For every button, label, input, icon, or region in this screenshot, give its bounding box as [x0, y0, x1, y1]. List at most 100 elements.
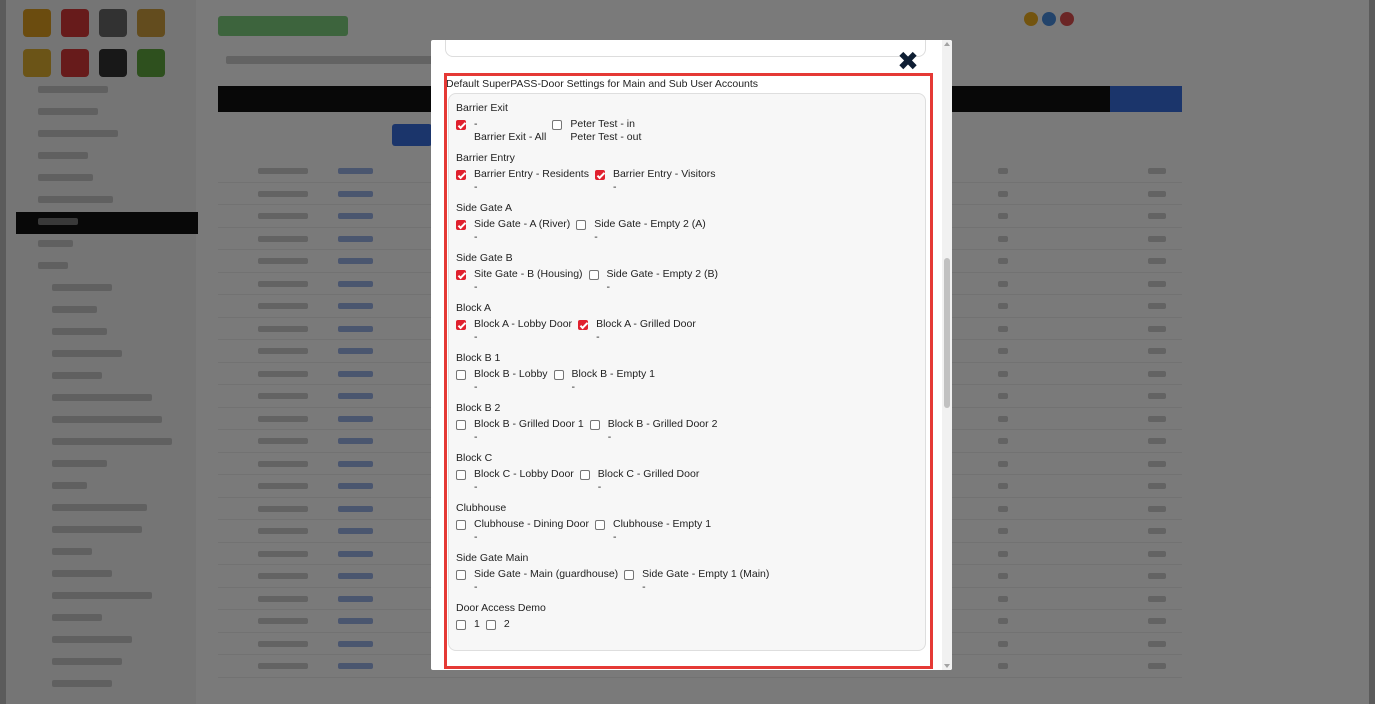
door-checkbox[interactable]: [552, 120, 563, 130]
door-group-label: Block C: [456, 452, 493, 464]
door-option-text: 2: [504, 618, 510, 631]
door-checkbox[interactable]: [553, 370, 564, 380]
door-option-text: 1: [474, 618, 480, 631]
door-name: Peter Test - in: [570, 118, 635, 130]
close-icon[interactable]: ✖: [897, 49, 919, 75]
door-checkbox[interactable]: [456, 370, 466, 380]
door-option[interactable]: Block B - Grilled Door 2-: [589, 418, 717, 444]
door-checkbox[interactable]: [588, 270, 599, 280]
door-name: Clubhouse - Dining Door: [474, 518, 589, 530]
door-checkbox[interactable]: [456, 620, 466, 630]
door-options: Site Gate - B (Housing) - Side Gate - Empt…: [456, 268, 724, 294]
door-checkbox[interactable]: [624, 570, 635, 580]
door-group: Clubhouse Clubhouse - Dining Door - Clubhou…: [456, 501, 717, 544]
scroll-down-icon[interactable]: [944, 664, 950, 668]
door-option[interactable]: Clubhouse - Dining Door -: [456, 518, 589, 544]
door-option-text: Barrier Entry - Visitors -: [613, 168, 716, 194]
door-name: Side Gate - Main (guardhouse): [474, 568, 619, 580]
door-sub-name: -: [474, 431, 478, 443]
door-checkbox[interactable]: [576, 220, 587, 230]
door-checkbox[interactable]: [456, 120, 466, 130]
door-group-label: Block B 2: [456, 402, 501, 414]
door-option[interactable]: Block B - Grilled Door 1-: [456, 418, 584, 444]
door-option[interactable]: Clubhouse - Empty 1-: [594, 518, 712, 544]
door-sub-name: -: [474, 281, 478, 293]
door-options: - Barrier Exit - All Peter Test - in Peter …: [456, 118, 647, 144]
door-option-text: Clubhouse - Dining Door -: [474, 518, 589, 544]
section-title: Default SuperPASS-Door Settings for Main…: [446, 78, 759, 90]
door-option[interactable]: Block B - Empty 1-: [553, 368, 655, 394]
door-option[interactable]: Block C - Lobby Door -: [456, 468, 574, 494]
door-checkbox[interactable]: [456, 570, 466, 580]
door-option[interactable]: Side Gate - Empty 1 (Main) -: [624, 568, 769, 594]
door-group-label: Side Gate A: [456, 202, 513, 214]
door-option[interactable]: Block A - Grilled Door -: [578, 318, 696, 344]
door-group: Block A Block A - Lobby Door - Block A - Gr…: [456, 301, 702, 344]
door-sub-name: -: [607, 431, 612, 443]
door-option-text: Side Gate - Empty 2 (A) -: [594, 218, 705, 244]
door-option[interactable]: Barrier Entry - Residents -: [456, 168, 589, 194]
door-option[interactable]: 2: [485, 618, 510, 631]
door-option[interactable]: Barrier Entry - Visitors -: [594, 168, 716, 194]
door-checkbox[interactable]: [456, 170, 466, 180]
door-group: Side Gate Main Side Gate - Main (guardhou…: [456, 551, 775, 594]
door-checkbox[interactable]: [594, 520, 605, 530]
door-checkbox[interactable]: [589, 420, 600, 430]
door-sub-name: -: [474, 231, 478, 243]
door-sub-name: -: [474, 531, 478, 543]
door-options: Block C - Lobby Door - Block C - Grilled D…: [456, 468, 705, 494]
door-option[interactable]: Side Gate - Main (guardhouse) -: [456, 568, 618, 594]
door-sub-name: -: [474, 331, 478, 343]
door-name: Barrier Entry - Residents: [474, 168, 589, 180]
door-checkbox[interactable]: [579, 470, 590, 480]
door-option-text: Site Gate - B (Housing) -: [474, 268, 583, 294]
door-option[interactable]: - Barrier Exit - All: [456, 118, 546, 144]
door-option[interactable]: Peter Test - in Peter Test - out: [552, 118, 641, 144]
door-group: Side Gate B Site Gate - B (Housing) - Side …: [456, 251, 724, 294]
door-checkbox[interactable]: [456, 220, 466, 230]
door-options: 12: [456, 618, 546, 631]
door-option-text: Peter Test - in Peter Test - out: [570, 118, 641, 144]
door-name: -: [474, 118, 478, 130]
door-checkbox[interactable]: [456, 470, 466, 480]
door-name: Barrier Entry - Visitors: [612, 168, 716, 180]
scrollbar-thumb[interactable]: [944, 258, 950, 408]
door-option-text: Block B - Empty 1-: [572, 368, 655, 394]
door-group: Block B 1 Block B - Lobby - Block B - Empty…: [456, 351, 661, 394]
door-checkbox[interactable]: [456, 420, 466, 430]
door-option-text: Block A - Lobby Door -: [474, 318, 572, 344]
door-option-text: Block A - Grilled Door -: [596, 318, 696, 344]
door-sub-name: -: [474, 181, 478, 193]
door-option[interactable]: Side Gate - Empty 2 (A) -: [576, 218, 706, 244]
scroll-up-icon[interactable]: [944, 42, 950, 46]
door-name: Clubhouse - Empty 1: [612, 518, 712, 530]
door-checkbox[interactable]: [456, 320, 466, 330]
door-name: Side Gate - A (River): [474, 218, 571, 230]
door-sub-name: -: [474, 381, 478, 393]
door-option[interactable]: 1: [456, 618, 480, 631]
door-sub-name: -: [594, 231, 598, 243]
door-group-label: Barrier Entry: [456, 152, 515, 164]
door-option-text: Barrier Entry - Residents -: [474, 168, 589, 194]
door-checkbox[interactable]: [485, 620, 496, 630]
door-checkbox[interactable]: [456, 270, 466, 280]
door-group-label: Side Gate Main: [456, 552, 529, 564]
door-group-label: Barrier Exit: [456, 102, 508, 114]
door-option[interactable]: Block B - Lobby -: [456, 368, 548, 394]
door-option[interactable]: Block C - Grilled Door -: [579, 468, 699, 494]
door-group: Block C Block C - Lobby Door - Block C - Gr…: [456, 451, 705, 494]
door-checkbox[interactable]: [456, 520, 466, 530]
door-checkbox[interactable]: [578, 320, 589, 330]
door-option[interactable]: Block A - Lobby Door -: [456, 318, 572, 344]
door-options: Side Gate - Main (guardhouse) - Side Gate …: [456, 568, 775, 594]
door-sub-name: Barrier Exit - All: [474, 131, 547, 143]
door-sub-name: -: [597, 481, 602, 493]
door-option[interactable]: Site Gate - B (Housing) -: [456, 268, 583, 294]
door-sub-name: -: [474, 581, 478, 593]
door-checkbox[interactable]: [594, 170, 605, 180]
door-option[interactable]: Side Gate - A (River) -: [456, 218, 570, 244]
dialog-scrollbar[interactable]: [942, 40, 952, 670]
door-option[interactable]: Side Gate - Empty 2 (B) -: [588, 268, 718, 294]
door-option-text: Side Gate - Empty 2 (B) -: [607, 268, 718, 294]
door-group-label: Block B 1: [456, 352, 501, 364]
